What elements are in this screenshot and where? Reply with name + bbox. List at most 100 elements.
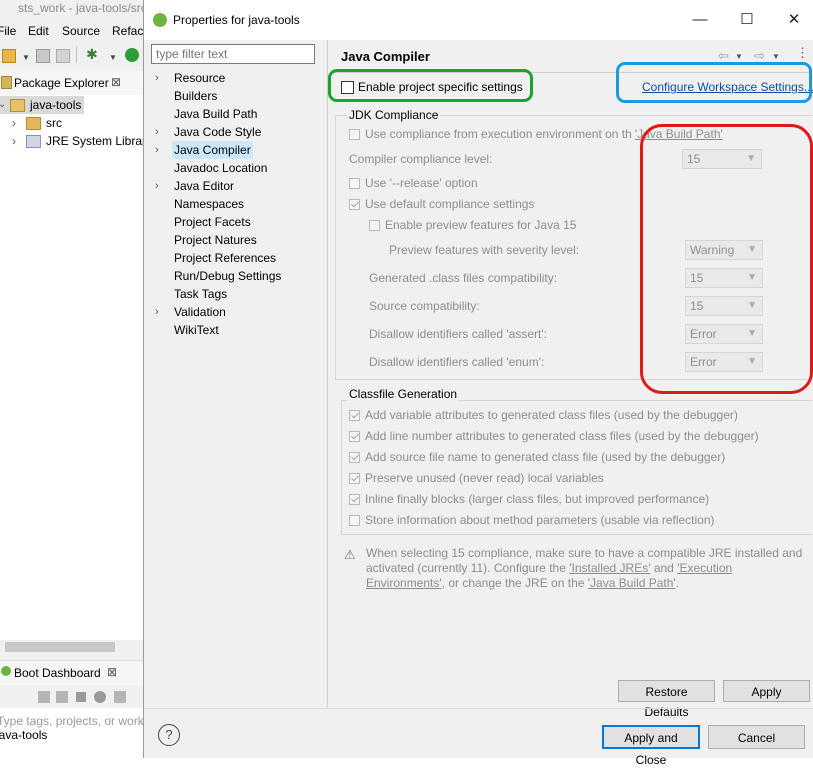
boot-dashboard-body: Type tags, projects, or working java-too… — [0, 708, 143, 758]
spring-icon — [1, 666, 11, 676]
boot-dashboard-tab[interactable]: Boot Dashboard — [14, 666, 101, 680]
ide-title: sts_work - java-tools/src/Print_HelloWor… — [18, 1, 143, 15]
classfile-option-label: Add variable attributes to generated cla… — [365, 408, 738, 422]
package-explorer-tab[interactable]: Package Explorer — [14, 76, 109, 90]
spring-icon — [153, 13, 167, 27]
nav-item-label: Java Code Style — [174, 125, 262, 139]
jre-label: JRE System Library — [46, 134, 143, 148]
classfile-option-checkbox[interactable] — [349, 452, 360, 463]
scrollbar-thumb[interactable] — [5, 642, 115, 652]
dialog-title: Properties for java-tools — [173, 13, 300, 27]
minimize-button[interactable]: — — [677, 8, 723, 32]
warning-icon: ⚠ — [344, 547, 356, 562]
horizontal-scrollbar[interactable] — [0, 640, 143, 654]
close-icon[interactable]: ⊠ — [107, 665, 117, 679]
red-highlight-box — [640, 124, 813, 394]
restore-defaults-button[interactable]: Restore Defaults — [618, 680, 715, 719]
chevron-right-icon[interactable]: › — [155, 123, 165, 141]
chevron-right-icon[interactable]: › — [12, 114, 16, 132]
nav-item-label: Run/Debug Settings — [174, 269, 282, 283]
ide-toolbar: ▼ ✱ ▼ — [0, 45, 143, 67]
nav-item-label: Project Natures — [174, 233, 257, 247]
warning-text: and — [650, 561, 678, 575]
warning-text: . — [675, 576, 680, 590]
classfile-option-checkbox[interactable] — [349, 473, 360, 484]
boot-dashboard-toolbar — [38, 689, 138, 705]
maximize-button[interactable]: ☐ — [724, 8, 770, 32]
nav-item-label: Java Compiler — [172, 141, 253, 159]
menu-edit[interactable]: Edit — [28, 24, 49, 38]
project-label: java-tools — [30, 98, 82, 112]
java-build-path-link[interactable]: 'Java Build Path' — [588, 576, 676, 590]
blue-highlight-box — [616, 62, 812, 103]
nav-item-label: Javadoc Location — [174, 161, 268, 175]
nav-item-label: Validation — [174, 305, 226, 319]
filter-input[interactable] — [151, 44, 315, 64]
footer-separator — [144, 708, 813, 709]
nav-item-label: Resource — [174, 71, 226, 85]
classfile-option-label: Preserve unused (never read) local varia… — [365, 471, 604, 485]
apply-and-close-button[interactable]: Apply and Close — [602, 725, 700, 767]
cancel-button[interactable]: Cancel — [708, 725, 805, 749]
src-label: src — [46, 116, 62, 130]
new-icon[interactable] — [2, 49, 16, 63]
classfile-option-checkbox[interactable] — [349, 431, 360, 442]
green-highlight-box — [328, 69, 533, 102]
classfile-option-checkbox[interactable] — [349, 410, 360, 421]
boot-dashboard-header: Boot Dashboard ⊠ — [0, 660, 143, 685]
save-all-icon[interactable] — [56, 49, 70, 63]
ide-menubar: File Edit Source Refac — [0, 21, 143, 41]
chevron-down-icon[interactable]: ▼ — [22, 53, 30, 62]
open-icon[interactable] — [114, 691, 126, 703]
classfile-option-checkbox[interactable] — [349, 494, 360, 505]
classfile-option-label: Add source file name to generated class … — [365, 450, 726, 464]
classfile-option-label: Inline finally blocks (larger class file… — [365, 492, 710, 506]
chevron-right-icon[interactable]: › — [155, 303, 165, 321]
boot-dashboard-filter[interactable]: Type tags, projects, or working — [0, 714, 143, 728]
restart-icon[interactable] — [94, 691, 106, 703]
apply-button[interactable]: Apply — [723, 680, 810, 702]
toolbar-divider — [76, 47, 77, 63]
project-folder-icon — [10, 99, 25, 112]
package-explorer-tree: ⌄ java-tools › src › JRE System Library — [0, 95, 143, 640]
dialog-titlebar: Properties for java-tools — ☐ ✕ — [144, 0, 813, 40]
classfile-option-checkbox[interactable] — [349, 515, 360, 526]
source-folder-icon — [26, 117, 41, 130]
ide-window: sts_work - java-tools/src/Print_HelloWor… — [0, 0, 143, 758]
save-icon[interactable] — [36, 49, 50, 63]
package-icon — [1, 76, 12, 89]
nav-item-label: Project Facets — [174, 215, 251, 229]
nav-item-label: Builders — [174, 89, 218, 103]
compliance-warning: When selecting 15 compliance, make sure … — [366, 546, 808, 591]
classfile-option-label: Add line number attributes to generated … — [365, 429, 759, 443]
nav-item-label: WikiText — [174, 323, 219, 337]
warning-text: , or change the JRE on the — [441, 576, 588, 590]
installed-jres-link[interactable]: 'Installed JREs' — [569, 561, 650, 575]
menu-file[interactable]: File — [0, 24, 16, 38]
boot-dashboard-project[interactable]: java-tools — [0, 728, 47, 742]
debug-icon[interactable] — [56, 691, 68, 703]
classfile-option-label: Store information about method parameter… — [365, 513, 715, 527]
chevron-right-icon[interactable]: › — [155, 141, 165, 159]
close-button[interactable]: ✕ — [771, 8, 813, 32]
chevron-down-icon[interactable]: ▼ — [109, 53, 117, 62]
menu-refactor[interactable]: Refac — [112, 24, 143, 38]
nav-item-label: Project References — [174, 251, 277, 265]
help-icon[interactable]: ? — [158, 724, 180, 746]
debug-icon[interactable]: ✱ — [86, 46, 98, 63]
start-icon[interactable] — [38, 691, 50, 703]
chevron-right-icon[interactable]: › — [155, 177, 165, 195]
package-explorer-header: Package Explorer ⊠ — [0, 71, 143, 96]
menu-source[interactable]: Source — [62, 24, 100, 38]
nav-item-label: Task Tags — [174, 287, 228, 301]
chevron-down-icon[interactable]: ⌄ — [0, 96, 6, 114]
preference-tree: › Resource Builders Java Build Path › Java Co… — [151, 68, 326, 708]
chevron-right-icon[interactable]: › — [12, 132, 16, 150]
nav-item-label: Java Build Path — [174, 107, 258, 121]
close-icon[interactable]: ⊠ — [111, 75, 121, 89]
tree-item-project[interactable]: ⌄ java-tools — [0, 96, 84, 114]
chevron-right-icon[interactable]: › — [155, 69, 165, 87]
stop-icon[interactable] — [76, 692, 86, 702]
library-icon — [26, 135, 41, 148]
run-icon[interactable] — [125, 48, 139, 62]
